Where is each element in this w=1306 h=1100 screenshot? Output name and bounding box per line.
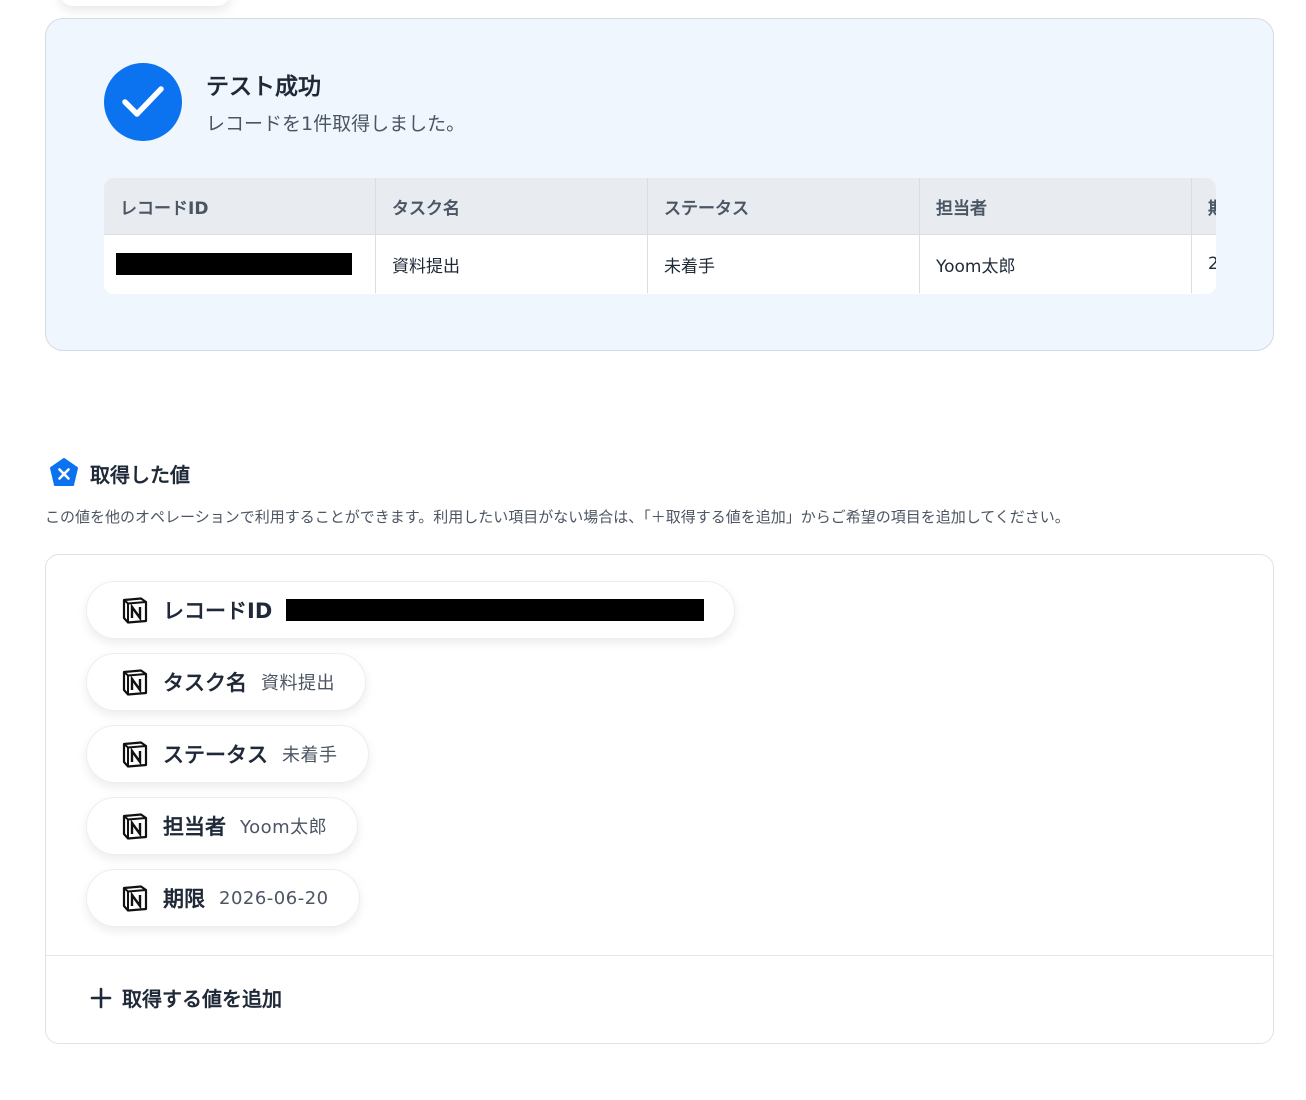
value-text: Yoom太郎 [240,817,328,838]
value-label: ステータス [163,743,268,767]
value-label: 期限 [163,887,205,911]
cell-assignee: Yoom太郎 [920,235,1192,293]
top-card-edge [60,0,230,6]
header-task-name: タスク名 [376,178,648,234]
notion-icon [122,669,148,696]
section-header: 取得した値 [48,457,190,489]
value-chip-deadline[interactable]: 期限 2026-06-20 [86,869,360,927]
redacted-record-id [116,253,352,275]
value-chip-record-id[interactable]: レコードID [86,581,736,639]
notion-icon [122,813,148,840]
value-label: レコードID [163,599,273,623]
value-text: 資料提出 [261,673,335,694]
check-icon [104,63,182,141]
result-table: レコードID タスク名 ステータス 担当者 期 資料提出 未着手 Yoom太郎 … [104,178,1216,294]
header-assignee: 担当者 [920,178,1192,234]
cell-deadline: 2 [1192,235,1216,293]
notion-icon [122,597,148,624]
success-subtitle: レコードを1件取得しました。 [206,113,466,135]
value-chip-task-name[interactable]: タスク名 資料提出 [86,653,366,711]
header-record-id: レコードID [104,178,376,234]
redacted-record-id-value [286,599,705,621]
value-chip-status[interactable]: ステータス 未着手 [86,725,369,783]
yoom-badge-icon [50,458,78,486]
table-header: レコードID タスク名 ステータス 担当者 期 [104,178,1216,235]
section-description: この値を他のオペレーションで利用することができます。利用したい項目がない場合は、… [45,508,1070,526]
value-label: 担当者 [163,815,226,839]
header-deadline: 期 [1192,178,1216,234]
success-title: テスト成功 [206,74,321,100]
cell-task-name: 資料提出 [376,235,648,293]
value-label: タスク名 [163,671,247,695]
add-value-label: 取得する値を追加 [122,987,282,1011]
add-value-button[interactable]: 取得する値を追加 [90,983,282,1012]
notion-icon [122,885,148,912]
panel-divider [46,955,1273,956]
section-title: 取得した値 [90,462,190,487]
notion-icon [122,741,148,768]
header-status: ステータス [648,178,920,234]
table-row: 資料提出 未着手 Yoom太郎 2 [104,235,1216,293]
plus-icon [90,987,112,1008]
cell-status: 未着手 [648,235,920,293]
acquired-values-panel: レコードID タスク名 資料提出 ステータス 未着手 担当者 Yoom太郎 期限… [45,554,1274,1044]
value-chip-assignee[interactable]: 担当者 Yoom太郎 [86,797,359,855]
value-text: 未着手 [282,745,338,766]
value-text: 2026-06-20 [219,887,329,909]
cell-record-id [104,235,376,293]
test-success-panel: テスト成功 レコードを1件取得しました。 レコードID タスク名 ステータス 担… [45,18,1274,351]
